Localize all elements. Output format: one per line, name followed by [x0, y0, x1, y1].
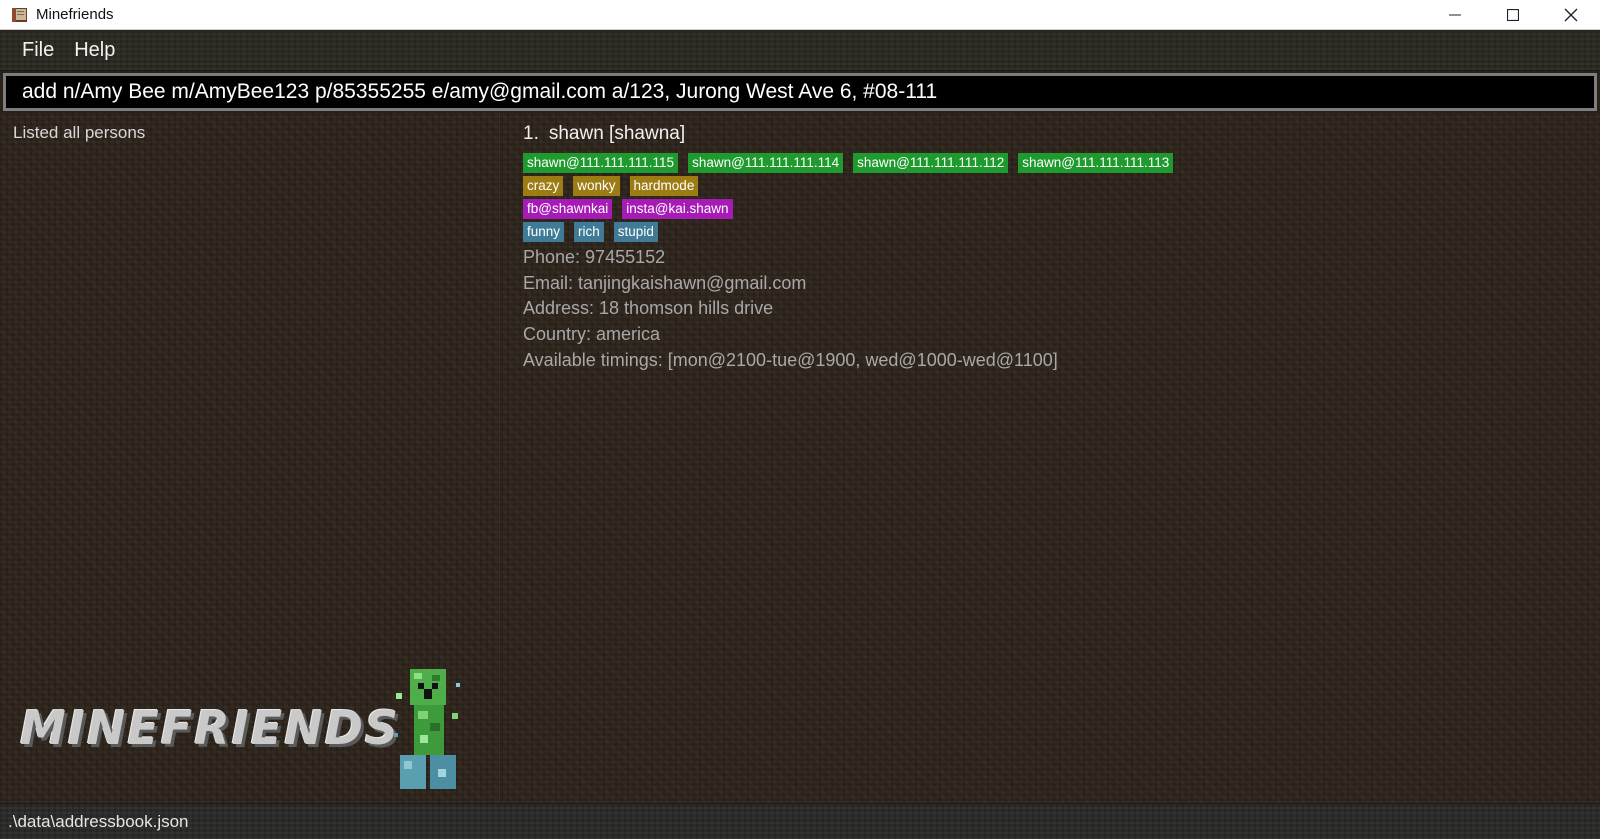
- left-panel: Listed all persons MINEFRIENDS: [0, 113, 500, 803]
- person-list-panel[interactable]: 1. shawn [shawna] shawn@111.111.111.115 …: [501, 113, 1600, 803]
- game-type-tag: hardmode: [629, 176, 699, 196]
- menu-help[interactable]: Help: [64, 35, 125, 66]
- general-tags: funny rich stupid: [523, 222, 1173, 242]
- person-details: Phone: 97455152 Email: tanjingkaishawn@g…: [523, 245, 1173, 374]
- social-tags: fb@shawnkai insta@kai.shawn: [523, 199, 1173, 219]
- window-title: Minefriends: [36, 6, 114, 23]
- book-icon: [10, 5, 30, 25]
- person-timings: Available timings: [mon@2100-tue@1900, w…: [523, 349, 1058, 370]
- maximize-icon: [1507, 9, 1519, 21]
- game-type-tags: crazy wonky hardmode: [523, 176, 1173, 196]
- person-country: Country: america: [523, 324, 661, 345]
- server-tag: shawn@111.111.111.113: [1018, 153, 1174, 173]
- command-box: [3, 73, 1597, 111]
- logo-text: MINEFRIENDS: [20, 701, 401, 755]
- title-bar: Minefriends: [0, 0, 1600, 30]
- creeper-icon: [394, 669, 460, 789]
- server-tag: shawn@111.111.111.114: [688, 153, 844, 173]
- person-card-header: 1. shawn [shawna]: [523, 123, 1173, 145]
- person-phone: Phone: 97455152: [523, 247, 666, 267]
- social-tag: insta@kai.shawn: [622, 199, 733, 219]
- person-email: Email: tanjingkaishawn@gmail.com: [523, 272, 807, 293]
- server-tag: shawn@111.111.111.112: [853, 153, 1009, 173]
- game-type-tag: crazy: [523, 176, 564, 196]
- close-button[interactable]: [1542, 0, 1600, 30]
- minimize-icon: [1449, 14, 1461, 16]
- person-index: 1.: [523, 123, 539, 144]
- logo: MINEFRIENDS: [20, 663, 490, 803]
- close-icon: [1564, 8, 1578, 22]
- server-tags: shawn@111.111.111.115 shawn@111.111.111.…: [523, 153, 1174, 173]
- tag: stupid: [613, 222, 658, 242]
- game-type-tag: wonky: [573, 176, 620, 196]
- command-input[interactable]: [6, 80, 1594, 104]
- person-address: Address: 18 thomson hills drive: [523, 298, 774, 319]
- person-card[interactable]: 1. shawn [shawna] shawn@111.111.111.115 …: [523, 123, 1174, 374]
- maximize-button[interactable]: [1484, 0, 1542, 30]
- menu-file[interactable]: File: [12, 35, 64, 66]
- tag: funny: [523, 222, 565, 242]
- status-bar: .\data\addressbook.json: [0, 803, 1600, 839]
- server-tag: shawn@111.111.111.115: [523, 153, 679, 173]
- minimize-button[interactable]: [1426, 0, 1484, 30]
- social-tag: fb@shawnkai: [523, 199, 613, 219]
- save-location: .\data\addressbook.json: [8, 812, 189, 831]
- result-display: Listed all persons: [13, 123, 146, 142]
- menu-bar: File Help: [0, 31, 1600, 71]
- tag: rich: [574, 222, 604, 242]
- person-name: shawn [shawna]: [548, 123, 686, 144]
